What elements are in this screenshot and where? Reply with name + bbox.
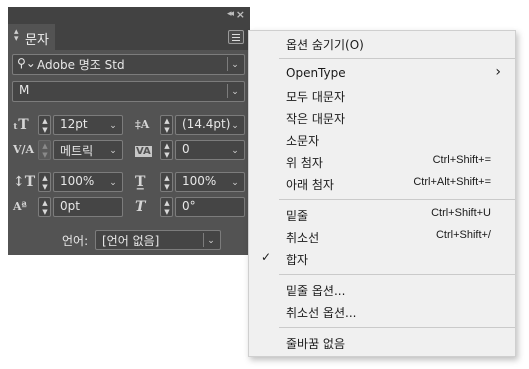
- font-size-icon: ₜT: [13, 117, 29, 133]
- menu-item-label: 밑줄 옵션...: [286, 284, 346, 298]
- chevron-down-icon[interactable]: ⌄: [106, 141, 120, 161]
- tracking-icon: VA: [135, 146, 152, 157]
- leading-icon: ‡A: [135, 118, 150, 131]
- leading-stepper[interactable]: ▲ ▼: [160, 115, 173, 135]
- vertical-scale-value: 100%: [60, 174, 95, 188]
- tab-label: 문자: [25, 33, 49, 48]
- menu-item-underline-options[interactable]: 밑줄 옵션...: [249, 279, 515, 301]
- tab-character[interactable]: ▴ ▾ 문자: [8, 24, 55, 50]
- menu-item-subscript[interactable]: 아래 첨자 Ctrl+Alt+Shift+=: [249, 173, 515, 195]
- menu-item-label: 작은 대문자: [286, 112, 346, 126]
- chevron-down-icon[interactable]: ⌄: [228, 82, 242, 102]
- menu-item-strikethrough-options[interactable]: 취소선 옵션...: [249, 301, 515, 323]
- menu-item-label: 취소선: [286, 231, 320, 245]
- search-icon: ⚲⌄: [17, 56, 36, 70]
- menu-separator: [279, 199, 515, 200]
- menu-item-shortcut: Ctrl+Alt+Shift+=: [413, 176, 491, 188]
- menu-item-label: OpenType: [286, 66, 346, 80]
- font-size-field[interactable]: 12pt ⌄: [53, 115, 123, 135]
- menu-item-label: 합자: [286, 253, 309, 267]
- chevron-down-icon[interactable]: ⌄: [228, 55, 242, 75]
- skew-value: 0°: [182, 199, 196, 213]
- skew-field[interactable]: 0°: [175, 197, 245, 217]
- font-family-field[interactable]: ⚲⌄ Adobe 명조 Std ⌄: [12, 54, 245, 75]
- chevron-right-icon: ›: [495, 64, 501, 80]
- close-icon[interactable]: ×: [236, 8, 245, 21]
- font-size-stepper[interactable]: ▲ ▼: [38, 115, 51, 135]
- font-family-value: Adobe 명조 Std: [37, 58, 125, 72]
- kerning-stepper[interactable]: ▲ ▼: [38, 140, 51, 160]
- checkmark-icon: ✓: [261, 250, 272, 264]
- language-select[interactable]: [언어 없음] ⌄: [95, 230, 221, 250]
- collapse-icon[interactable]: ◂◂: [227, 9, 234, 19]
- leading-value: (14.4pt): [182, 117, 231, 131]
- chevron-down-icon[interactable]: ⌄: [228, 173, 242, 193]
- font-size-value: 12pt: [60, 117, 88, 131]
- menu-item-label: 취소선 옵션...: [286, 306, 357, 320]
- horizontal-scale-icon: T̲: [135, 174, 146, 190]
- leading-field[interactable]: (14.4pt) ⌄: [175, 115, 245, 135]
- menu-separator: [279, 274, 515, 275]
- horizontal-scale-value: 100%: [182, 174, 217, 188]
- kerning-field[interactable]: 메트릭 ⌄: [53, 140, 123, 160]
- menu-item-superscript[interactable]: 위 첨자 Ctrl+Shift+=: [249, 151, 515, 173]
- menu-separator: [279, 327, 515, 328]
- menu-item-lowercase[interactable]: 소문자: [249, 129, 515, 151]
- vertical-scale-field[interactable]: 100% ⌄: [53, 172, 123, 192]
- horizontal-scale-stepper[interactable]: ▲ ▼: [160, 172, 173, 192]
- vertical-scale-stepper[interactable]: ▲ ▼: [38, 172, 51, 192]
- chevron-down-icon[interactable]: ⌄: [204, 231, 218, 251]
- menu-item-label: 아래 첨자: [286, 178, 334, 192]
- menu-separator: [279, 58, 515, 59]
- panel-tab-row: ▴ ▾ 문자: [8, 24, 250, 50]
- menu-item-shortcut: Ctrl+Shift+U: [431, 207, 491, 219]
- panel-title-bar[interactable]: ◂◂ ×: [8, 7, 250, 24]
- chevron-down-icon[interactable]: ⌄: [228, 116, 242, 136]
- horizontal-scale-field[interactable]: 100% ⌄: [175, 172, 245, 192]
- skew-icon: T: [135, 199, 146, 215]
- panel-flyout-menu: 옵션 숨기기(O) OpenType › 모두 대문자 작은 대문자 소문자 위…: [248, 30, 516, 357]
- kerning-icon: V/A: [13, 143, 35, 156]
- language-value: [언어 없음]: [102, 234, 160, 248]
- menu-item-label: 모두 대문자: [286, 90, 346, 104]
- tracking-field[interactable]: 0 ⌄: [175, 140, 245, 160]
- menu-item-hide-options[interactable]: 옵션 숨기기(O): [249, 33, 515, 55]
- menu-item-ligatures[interactable]: ✓ 합자: [249, 248, 515, 270]
- menu-item-all-caps[interactable]: 모두 대문자: [249, 85, 515, 107]
- font-style-value: M: [19, 83, 30, 97]
- baseline-shift-stepper[interactable]: ▲ ▼: [38, 197, 51, 217]
- baseline-shift-field[interactable]: 0pt: [53, 197, 123, 217]
- menu-item-label: 밑줄: [286, 209, 309, 223]
- kerning-value: 메트릭: [60, 144, 94, 158]
- chevron-down-icon[interactable]: ⌄: [106, 116, 120, 136]
- font-style-field[interactable]: M ⌄: [12, 81, 245, 102]
- menu-item-small-caps[interactable]: 작은 대문자: [249, 107, 515, 129]
- menu-item-label: 위 첨자: [286, 156, 323, 170]
- skew-stepper[interactable]: ▲ ▼: [160, 197, 173, 217]
- character-panel: ◂◂ × ▴ ▾ 문자 ⚲⌄ Adobe 명조 Std ⌄ M ⌄ ₜT ▲ ▼ 1…: [8, 7, 250, 255]
- vertical-scale-icon: ↕T: [13, 174, 36, 190]
- baseline-shift-value: 0pt: [60, 199, 80, 213]
- panel-menu-icon[interactable]: [228, 30, 244, 44]
- menu-item-opentype[interactable]: OpenType ›: [249, 63, 515, 85]
- baseline-shift-icon: Aª: [13, 200, 27, 213]
- tracking-value: 0: [182, 142, 190, 156]
- menu-item-label: 옵션 숨기기(O): [286, 38, 364, 52]
- menu-item-shortcut: Ctrl+Shift+=: [432, 154, 491, 166]
- updown-icon: ▴ ▾: [14, 27, 19, 44]
- menu-item-no-break[interactable]: 줄바꿈 없음: [249, 332, 515, 354]
- tracking-stepper[interactable]: ▲ ▼: [160, 140, 173, 160]
- language-label: 언어:: [62, 234, 89, 248]
- menu-item-label: 줄바꿈 없음: [286, 337, 346, 351]
- menu-item-label: 소문자: [286, 134, 320, 148]
- chevron-down-icon[interactable]: ⌄: [106, 173, 120, 193]
- menu-item-underline[interactable]: 밑줄 Ctrl+Shift+U: [249, 204, 515, 226]
- chevron-down-icon[interactable]: ⌄: [228, 141, 242, 161]
- menu-item-shortcut: Ctrl+Shift+/: [435, 229, 491, 241]
- menu-item-strikethrough[interactable]: 취소선 Ctrl+Shift+/: [249, 226, 515, 248]
